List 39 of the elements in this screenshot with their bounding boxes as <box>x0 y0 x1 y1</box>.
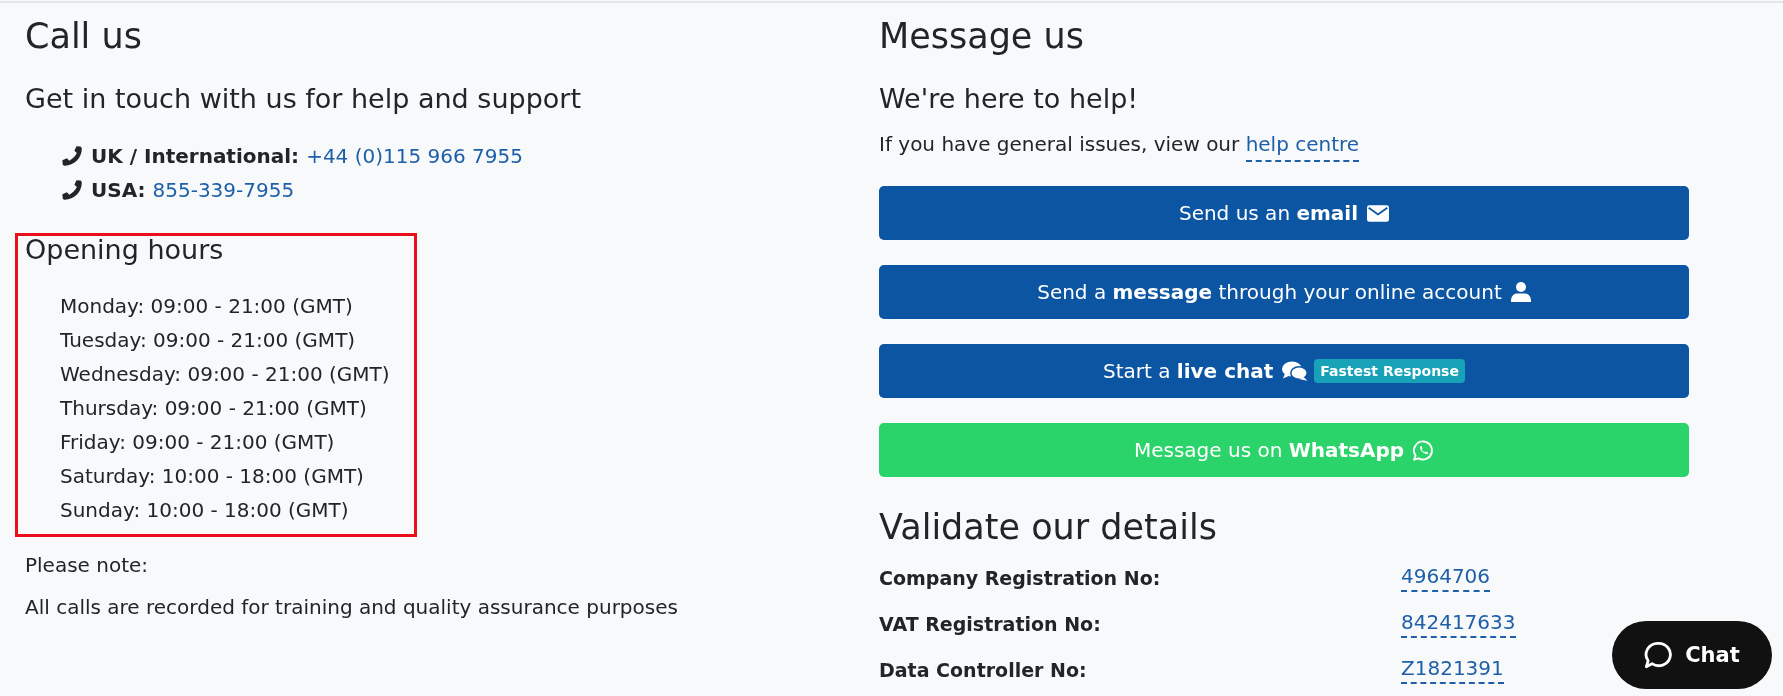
help-text: If you have general issues, view our help centre <box>879 129 1360 159</box>
chat-button[interactable]: Chat <box>1612 621 1772 689</box>
section-subheading: Get in touch with us for help and support <box>25 82 581 116</box>
detail-link[interactable]: Z1821391 <box>1401 656 1504 684</box>
phone-link[interactable]: +44 (0)115 966 7955 <box>306 144 523 168</box>
speech-bubble-icon <box>1644 641 1673 669</box>
detail-label: Data Controller No: <box>879 659 1087 681</box>
hours-heading: Opening hours <box>25 236 225 264</box>
detail-link[interactable]: 842417633 <box>1401 610 1516 638</box>
hours-line: Tuesday: 09:00 - 21:00 (GMT) <box>60 327 357 354</box>
help-centre-link[interactable]: help centre <box>1245 132 1360 162</box>
phone-link[interactable]: 855-339-7955 <box>152 178 295 202</box>
response-tag: Fastest Response <box>1314 359 1465 383</box>
user-icon <box>1510 282 1531 302</box>
section-subheading: We're here to help! <box>879 82 1139 116</box>
live-chat-button[interactable]: Start a live chat Fastest Response <box>879 344 1689 398</box>
envelope-icon <box>1367 204 1390 222</box>
hours-line: Sunday: 10:00 - 18:00 (GMT) <box>60 497 350 524</box>
phone-label: UK / International: <box>91 144 300 168</box>
section-heading: Message us <box>879 15 1084 58</box>
detail-label: Company Registration No: <box>879 567 1161 589</box>
phone-icon <box>62 180 82 200</box>
detail-label: VAT Registration No: <box>879 613 1101 635</box>
hours-line: Friday: 09:00 - 21:00 (GMT) <box>60 429 336 456</box>
hours-line: Saturday: 10:00 - 18:00 (GMT) <box>60 463 365 490</box>
hours-line: Thursday: 09:00 - 21:00 (GMT) <box>60 395 368 422</box>
detail-link[interactable]: 4964706 <box>1401 564 1491 592</box>
message-button[interactable]: Send a message through your online account <box>879 265 1689 319</box>
hours-line: Wednesday: 09:00 - 21:00 (GMT) <box>60 361 391 388</box>
phone-bubble-icon <box>1413 439 1435 461</box>
email-button[interactable]: Send us an email <box>879 186 1689 240</box>
note-text: All calls are recorded for training and quality assurance purposes <box>25 594 678 621</box>
phone-icon <box>62 146 82 166</box>
note-heading: Please note: <box>25 552 149 579</box>
speech-bubbles-icon <box>1282 361 1309 381</box>
hours-line: Monday: 09:00 - 21:00 (GMT) <box>60 293 354 320</box>
section-heading: Validate our details <box>879 506 1217 549</box>
section-heading: Call us <box>25 15 142 58</box>
phone-label: USA: <box>91 178 146 202</box>
